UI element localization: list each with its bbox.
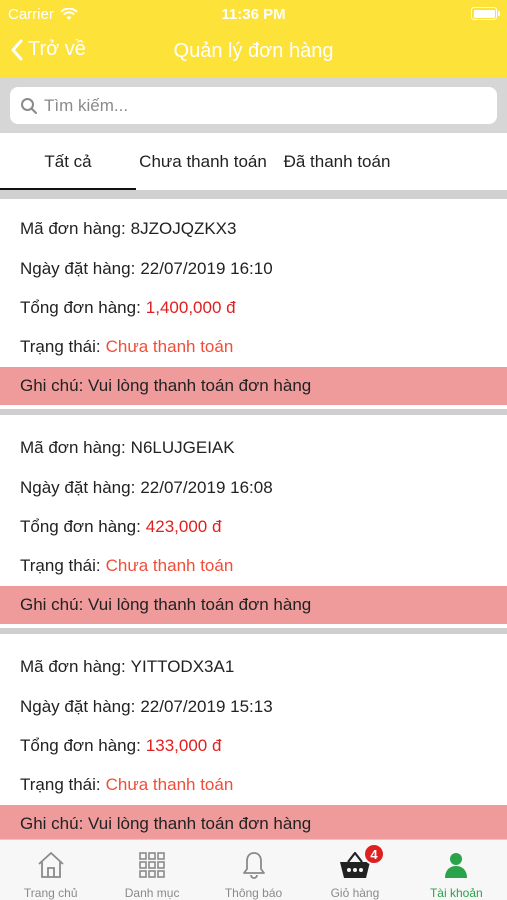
tab-home[interactable]: Trang chủ [0,840,101,900]
order-card[interactable]: Mã đơn hàng: N6LUJGEIAK Ngày đặt hàng: 2… [0,428,507,624]
order-date-label: Ngày đặt hàng: [20,258,136,278]
tab-categories-label: Danh mục [124,886,180,900]
order-status-label: Trạng thái: [20,774,101,794]
order-date-label: Ngày đặt hàng: [20,477,136,497]
bottom-tab-bar: Trang chủ Danh mục Thông báo 4 Giỏ hàng … [0,839,507,900]
search-box[interactable] [10,87,497,124]
order-total-label: Tổng đơn hàng: [20,516,141,536]
order-list: Mã đơn hàng: 8JZOJQZKX3 Ngày đặt hàng: 2… [0,199,507,843]
order-code: YITTODX3A1 [130,657,235,676]
tab-account[interactable]: Tài khoản [406,840,507,900]
search-input[interactable] [44,95,464,116]
order-card[interactable]: Mã đơn hàng: YITTODX3A1 Ngày đặt hàng: 2… [0,647,507,843]
order-status: Chưa thanh toán [105,555,234,575]
divider [0,190,507,199]
battery-icon [471,7,500,20]
order-status: Chưa thanh toán [105,774,234,794]
bell-icon [237,848,271,882]
tab-categories[interactable]: Danh mục [101,840,202,900]
order-status-label: Trạng thái: [20,555,101,575]
order-status-row: Trạng thái: Chưa thanh toán [0,546,507,585]
order-card[interactable]: Mã đơn hàng: 8JZOJQZKX3 Ngày đặt hàng: 2… [0,209,507,405]
order-note-label: Ghi chú: [20,595,84,614]
order-code-label: Mã đơn hàng: [20,657,126,676]
order-date: 22/07/2019 15:13 [140,696,273,716]
order-date-label: Ngày đặt hàng: [20,696,136,716]
order-note-text: Vui lòng thanh toán đơn hàng [88,595,312,614]
order-total-row: Tổng đơn hàng: 1,400,000 đ [0,288,507,327]
order-filter-tabs: Tất cả Chưa thanh toán Đã thanh toán [0,133,507,190]
order-code-row: Mã đơn hàng: N6LUJGEIAK [0,428,507,468]
tab-cart-label: Giỏ hàng [330,886,380,900]
order-note-label: Ghi chú: [20,814,84,833]
order-note: Ghi chú: Vui lòng thanh toán đơn hàng [0,367,507,405]
tab-paid[interactable]: Đã thanh toán [270,133,404,190]
order-code: 8JZOJQZKX3 [130,219,237,238]
order-date-row: Ngày đặt hàng: 22/07/2019 16:08 [0,468,507,507]
order-status-row: Trạng thái: Chưa thanh toán [0,765,507,804]
order-total: 423,000 đ [145,516,222,536]
cart-count-badge: 4 [363,843,386,865]
order-note-text: Vui lòng thanh toán đơn hàng [88,814,312,833]
order-code-row: Mã đơn hàng: 8JZOJQZKX3 [0,209,507,249]
home-icon [34,848,68,882]
order-date: 22/07/2019 16:08 [140,477,273,497]
order-note-label: Ghi chú: [20,376,84,395]
order-code: N6LUJGEIAK [130,438,235,457]
status-bar: Carrier 11:36 PM [0,0,507,28]
search-bar [0,78,507,133]
order-note: Ghi chú: Vui lòng thanh toán đơn hàng [0,586,507,624]
divider [0,624,507,637]
order-total-row: Tổng đơn hàng: 423,000 đ [0,507,507,546]
order-status-label: Trạng thái: [20,336,101,356]
order-code-label: Mã đơn hàng: [20,438,126,457]
order-code-row: Mã đơn hàng: YITTODX3A1 [0,647,507,687]
order-date-row: Ngày đặt hàng: 22/07/2019 15:13 [0,687,507,726]
tab-home-label: Trang chủ [23,886,78,900]
nav-bar: Trở về Quản lý đơn hàng [0,28,507,78]
order-total-row: Tổng đơn hàng: 133,000 đ [0,726,507,765]
tab-notifications[interactable]: Thông báo [203,840,304,900]
divider [0,405,507,418]
search-icon [21,97,37,114]
page-title: Quản lý đơn hàng [173,40,334,62]
tab-all[interactable]: Tất cả [0,133,136,190]
order-code-label: Mã đơn hàng: [20,219,126,238]
order-status-row: Trạng thái: Chưa thanh toán [0,327,507,366]
tab-account-label: Tài khoản [429,886,483,900]
order-total-label: Tổng đơn hàng: [20,297,141,317]
tab-cart[interactable]: 4 Giỏ hàng [304,840,405,900]
order-date-row: Ngày đặt hàng: 22/07/2019 16:10 [0,249,507,288]
order-note-text: Vui lòng thanh toán đơn hàng [88,376,312,395]
order-date: 22/07/2019 16:10 [140,258,273,278]
tab-notifications-label: Thông báo [224,886,283,900]
tab-unpaid[interactable]: Chưa thanh toán [136,133,270,190]
order-total: 1,400,000 đ [145,297,236,317]
user-icon [439,848,473,882]
order-total-label: Tổng đơn hàng: [20,735,141,755]
order-note: Ghi chú: Vui lòng thanh toán đơn hàng [0,805,507,843]
clock: 11:36 PM [221,6,286,23]
order-status: Chưa thanh toán [105,336,234,356]
grid-icon [135,848,169,882]
order-total: 133,000 đ [145,735,222,755]
